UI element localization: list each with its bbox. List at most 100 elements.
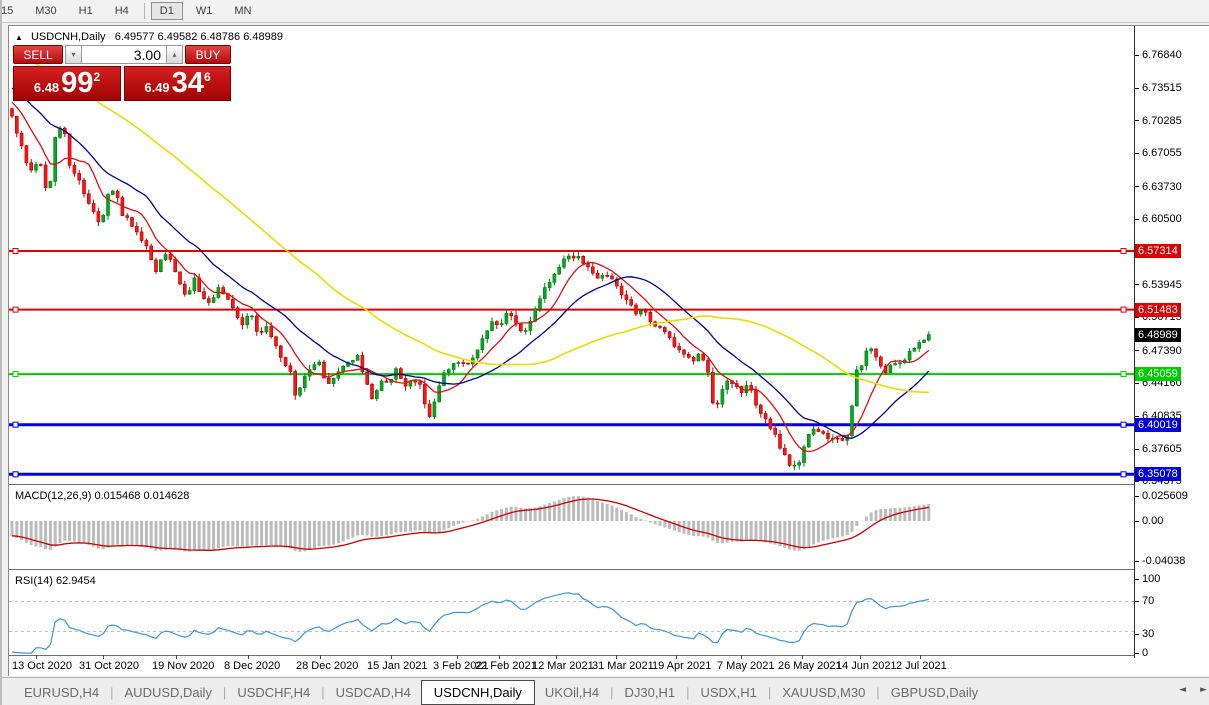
date-tick-mark — [676, 655, 677, 659]
arrow-down-icon: ▾ — [71, 50, 75, 59]
one-click-trade-panel: SELL ▾ 3.00 ▴ BUY 6.48 99 2 6.49 34 6 — [13, 45, 231, 101]
indicator-axis-tick: 0 — [1135, 647, 1148, 659]
date-tick-mark — [320, 655, 321, 659]
bottom-tab-USDX-H1[interactable]: USDX,H1 — [690, 682, 766, 703]
date-tick-label: 2 Jul 2021 — [896, 660, 947, 672]
ask-price-pip: 6 — [204, 70, 211, 84]
date-tick-mark — [103, 655, 104, 659]
ask-quote-box[interactable]: 6.49 34 6 — [124, 66, 231, 101]
date-tick-mark — [741, 655, 742, 659]
date-tick-label: 7 May 2021 — [717, 660, 774, 672]
price-tick: 6.47390 — [1135, 345, 1182, 357]
bid-price-big: 99 — [61, 69, 93, 98]
timeframe-button-MN[interactable]: MN — [225, 2, 260, 20]
tab-separator: | — [768, 685, 771, 700]
tab-separator: | — [110, 685, 113, 700]
date-tick-label: 13 Oct 2020 — [12, 660, 72, 672]
price-tick: 6.60500 — [1135, 213, 1182, 225]
bottom-tab-AUDUSD-Daily[interactable]: AUDUSD,Daily — [115, 682, 222, 703]
date-tick-mark — [920, 655, 921, 659]
date-tick-mark — [457, 655, 458, 659]
bottom-tab-DJ30-H1[interactable]: DJ30,H1 — [615, 682, 686, 703]
bottom-tab-EURUSD-H4[interactable]: EURUSD,H4 — [14, 682, 109, 703]
date-tick-mark — [860, 655, 861, 659]
ask-price-prefix: 6.49 — [144, 80, 169, 95]
timeframe-button-W1[interactable]: W1 — [187, 2, 222, 20]
date-tick-label: 26 May 2021 — [778, 660, 842, 672]
bid-price-prefix: 6.48 — [34, 80, 59, 95]
level-price-label: 6.51483 — [1135, 303, 1181, 317]
arrow-up-icon: ▴ — [172, 50, 176, 59]
timeframe-button-D1[interactable]: D1 — [151, 2, 183, 20]
bottom-tab-XAUUSD-M30[interactable]: XAUUSD,M30 — [772, 682, 875, 703]
trading-terminal: 15M30 H1H4 D1W1MN ▲ USDCNH,Daily 6.49577 6… — [0, 0, 1209, 705]
bottom-tab-USDCAD-H4[interactable]: USDCAD,H4 — [326, 682, 421, 703]
date-tick-label: 19 Apr 2021 — [652, 660, 711, 672]
rsi-indicator-label: RSI(14) 62.9454 — [15, 575, 96, 587]
tab-scroll-right-icon[interactable]: ► — [1200, 685, 1207, 695]
tab-separator: | — [321, 685, 324, 700]
indicator-axis-tick: 0.025609 — [1135, 490, 1188, 502]
volume-decrease-button[interactable]: ▾ — [65, 45, 82, 64]
date-tick-mark — [616, 655, 617, 659]
volume-increase-button[interactable]: ▴ — [166, 45, 183, 64]
date-tick-label: 15 Jan 2021 — [367, 660, 428, 672]
bottom-tab-UKOil-H4[interactable]: UKOil,H4 — [535, 682, 609, 703]
pane-divider[interactable] — [9, 484, 1134, 485]
date-tick-mark — [499, 655, 500, 659]
date-tick-label: 12 Mar 2021 — [532, 660, 594, 672]
price-tick: 6.70285 — [1135, 115, 1182, 127]
date-tick-label: 8 Dec 2020 — [224, 660, 280, 672]
toolbar-separator — [144, 3, 145, 19]
current-price-label: 6.48989 — [1135, 328, 1181, 342]
price-tick: 6.76840 — [1135, 49, 1182, 61]
indicator-axis-tick: 0.00 — [1135, 515, 1163, 527]
sell-button[interactable]: SELL — [13, 45, 63, 64]
chart-tab-bar: EURUSD,H4|AUDUSD,Daily|USDCHF,H4|USDCAD,… — [0, 677, 1209, 705]
price-tick: 6.53945 — [1135, 279, 1182, 291]
ask-price-big: 34 — [172, 69, 204, 98]
buy-button[interactable]: BUY — [185, 45, 231, 64]
indicator-axis-tick: 70 — [1135, 595, 1154, 607]
level-price-label: 6.45059 — [1135, 367, 1181, 381]
chart-symbol-label: USDCNH,Daily — [31, 31, 106, 43]
tab-separator: | — [876, 685, 879, 700]
level-price-label: 6.40019 — [1135, 418, 1181, 432]
date-tick-label: 22 Feb 2021 — [475, 660, 537, 672]
tab-separator: | — [686, 685, 689, 700]
price-tick: 6.73515 — [1135, 82, 1182, 94]
date-tick-mark — [802, 655, 803, 659]
pane-divider[interactable] — [9, 569, 1134, 570]
bottom-tab-GBPUSD-Daily[interactable]: GBPUSD,Daily — [881, 682, 988, 703]
bid-price-pip: 2 — [93, 70, 100, 84]
timeframe-toolbar: 15M30 H1H4 D1W1MN — [0, 0, 1209, 23]
indicator-axis-tick: -0.04038 — [1135, 555, 1185, 567]
volume-input[interactable]: 3.00 — [82, 45, 166, 64]
tab-separator: | — [223, 685, 226, 700]
date-tick-mark — [556, 655, 557, 659]
timeframe-button-H1[interactable]: H1 — [70, 2, 102, 20]
timeframe-button-H4[interactable]: H4 — [106, 2, 138, 20]
tab-separator: | — [610, 685, 613, 700]
indicator-axis-tick: 30 — [1135, 628, 1154, 640]
bottom-tab-USDCNH-Daily[interactable]: USDCNH,Daily — [421, 680, 535, 705]
macd-indicator-label: MACD(12,26,9) 0.015468 0.014628 — [15, 490, 189, 502]
date-tick-label: 19 Nov 2020 — [152, 660, 214, 672]
tab-scroll-left-icon[interactable]: ◄ — [1179, 685, 1186, 695]
date-tick-mark — [36, 655, 37, 659]
pane-divider — [9, 655, 1134, 656]
price-tick: 6.63730 — [1135, 181, 1182, 193]
chart-ohlc-values: 6.49577 6.49582 6.48786 6.48989 — [115, 31, 283, 43]
bid-quote-box[interactable]: 6.48 99 2 — [13, 66, 121, 101]
timeframe-button-15[interactable]: 15 — [0, 2, 22, 20]
bottom-tab-USDCHF-H4[interactable]: USDCHF,H4 — [227, 682, 320, 703]
level-price-label: 6.57314 — [1135, 244, 1181, 258]
rsi-pane[interactable] — [9, 573, 1134, 655]
collapse-trade-panel-icon[interactable]: ▲ — [15, 33, 23, 42]
chart-title: ▲ USDCNH,Daily 6.49577 6.49582 6.48786 6… — [15, 31, 283, 43]
timeframe-button-M30[interactable]: M30 — [26, 2, 65, 20]
date-tick-label: 31 Oct 2020 — [79, 660, 139, 672]
date-tick-label: 31 Mar 2021 — [592, 660, 654, 672]
chart-window[interactable]: ▲ USDCNH,Daily 6.49577 6.49582 6.48786 6… — [8, 25, 1209, 676]
indicator-axis-tick: 100 — [1135, 573, 1160, 585]
